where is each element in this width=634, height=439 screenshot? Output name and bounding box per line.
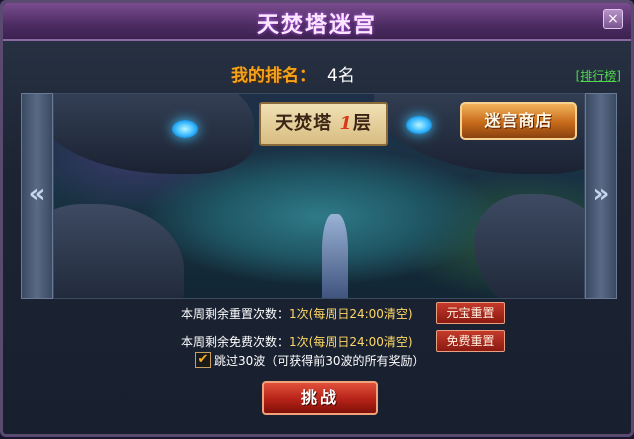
scene-rock xyxy=(54,94,254,174)
rank-row: 我的排名： 4名 [排行榜] xyxy=(15,47,621,93)
challenge-button[interactable]: 挑战 xyxy=(262,381,378,415)
next-level-button[interactable]: » xyxy=(585,93,617,299)
title-bar: 天焚塔迷宫 × xyxy=(3,3,631,41)
scene-crystal xyxy=(322,214,348,298)
skip-waves-checkbox[interactable]: ✔ xyxy=(195,352,211,368)
free-reset-value: 1次(每周日24:00清空) xyxy=(289,335,413,349)
rank-value: 4名 xyxy=(327,66,355,86)
paid-reset-label: 本周剩余重置次数： xyxy=(181,307,290,321)
close-icon: × xyxy=(607,11,619,27)
level-number: 1 xyxy=(339,113,353,134)
double-chevron-left-icon: « xyxy=(28,179,46,209)
level-prefix: 天焚塔 xyxy=(275,113,333,134)
rank-label: 我的排名： xyxy=(231,66,316,86)
dragon-eye-right xyxy=(406,116,432,134)
level-banner: 天焚塔 1层 xyxy=(259,102,388,146)
paid-reset-value: 1次(每周日24:00清空) xyxy=(289,307,413,321)
double-chevron-right-icon: » xyxy=(592,179,610,209)
level-suffix: 层 xyxy=(352,113,372,134)
maze-dialog: 天焚塔迷宫 × 我的排名： 4名 [排行榜] « 天焚塔 1层 迷宫商店 » 本… xyxy=(0,0,634,437)
dialog-title: 天焚塔迷宫 xyxy=(256,13,377,38)
paid-reset-line: 本周剩余重置次数：1次(每周日24:00清空) xyxy=(181,305,413,322)
free-reset-button[interactable]: 免费重置 xyxy=(436,330,505,352)
skip-waves-label: 跳过30波（可获得前30波的所有奖励） xyxy=(214,354,425,368)
prev-level-button[interactable]: « xyxy=(21,93,53,299)
tower-scene: 天焚塔 1层 迷宫商店 xyxy=(53,93,585,299)
free-reset-label: 本周剩余免费次数： xyxy=(181,335,290,349)
dragon-eye-left xyxy=(172,120,198,138)
ingot-reset-button[interactable]: 元宝重置 xyxy=(436,302,505,324)
reset-info: 本周剩余重置次数：1次(每周日24:00清空) 元宝重置 本周剩余免费次数：1次… xyxy=(3,299,631,439)
free-reset-line: 本周剩余免费次数：1次(每周日24:00清空) xyxy=(181,333,413,350)
checkmark-icon: ✔ xyxy=(197,352,209,367)
close-button[interactable]: × xyxy=(603,9,623,29)
leaderboard-link[interactable]: [排行榜] xyxy=(576,67,621,84)
scene-rock xyxy=(54,204,184,298)
scene-rock xyxy=(474,194,584,298)
maze-shop-button[interactable]: 迷宫商店 xyxy=(460,102,577,140)
level-text: 天焚塔 1层 xyxy=(275,113,372,134)
